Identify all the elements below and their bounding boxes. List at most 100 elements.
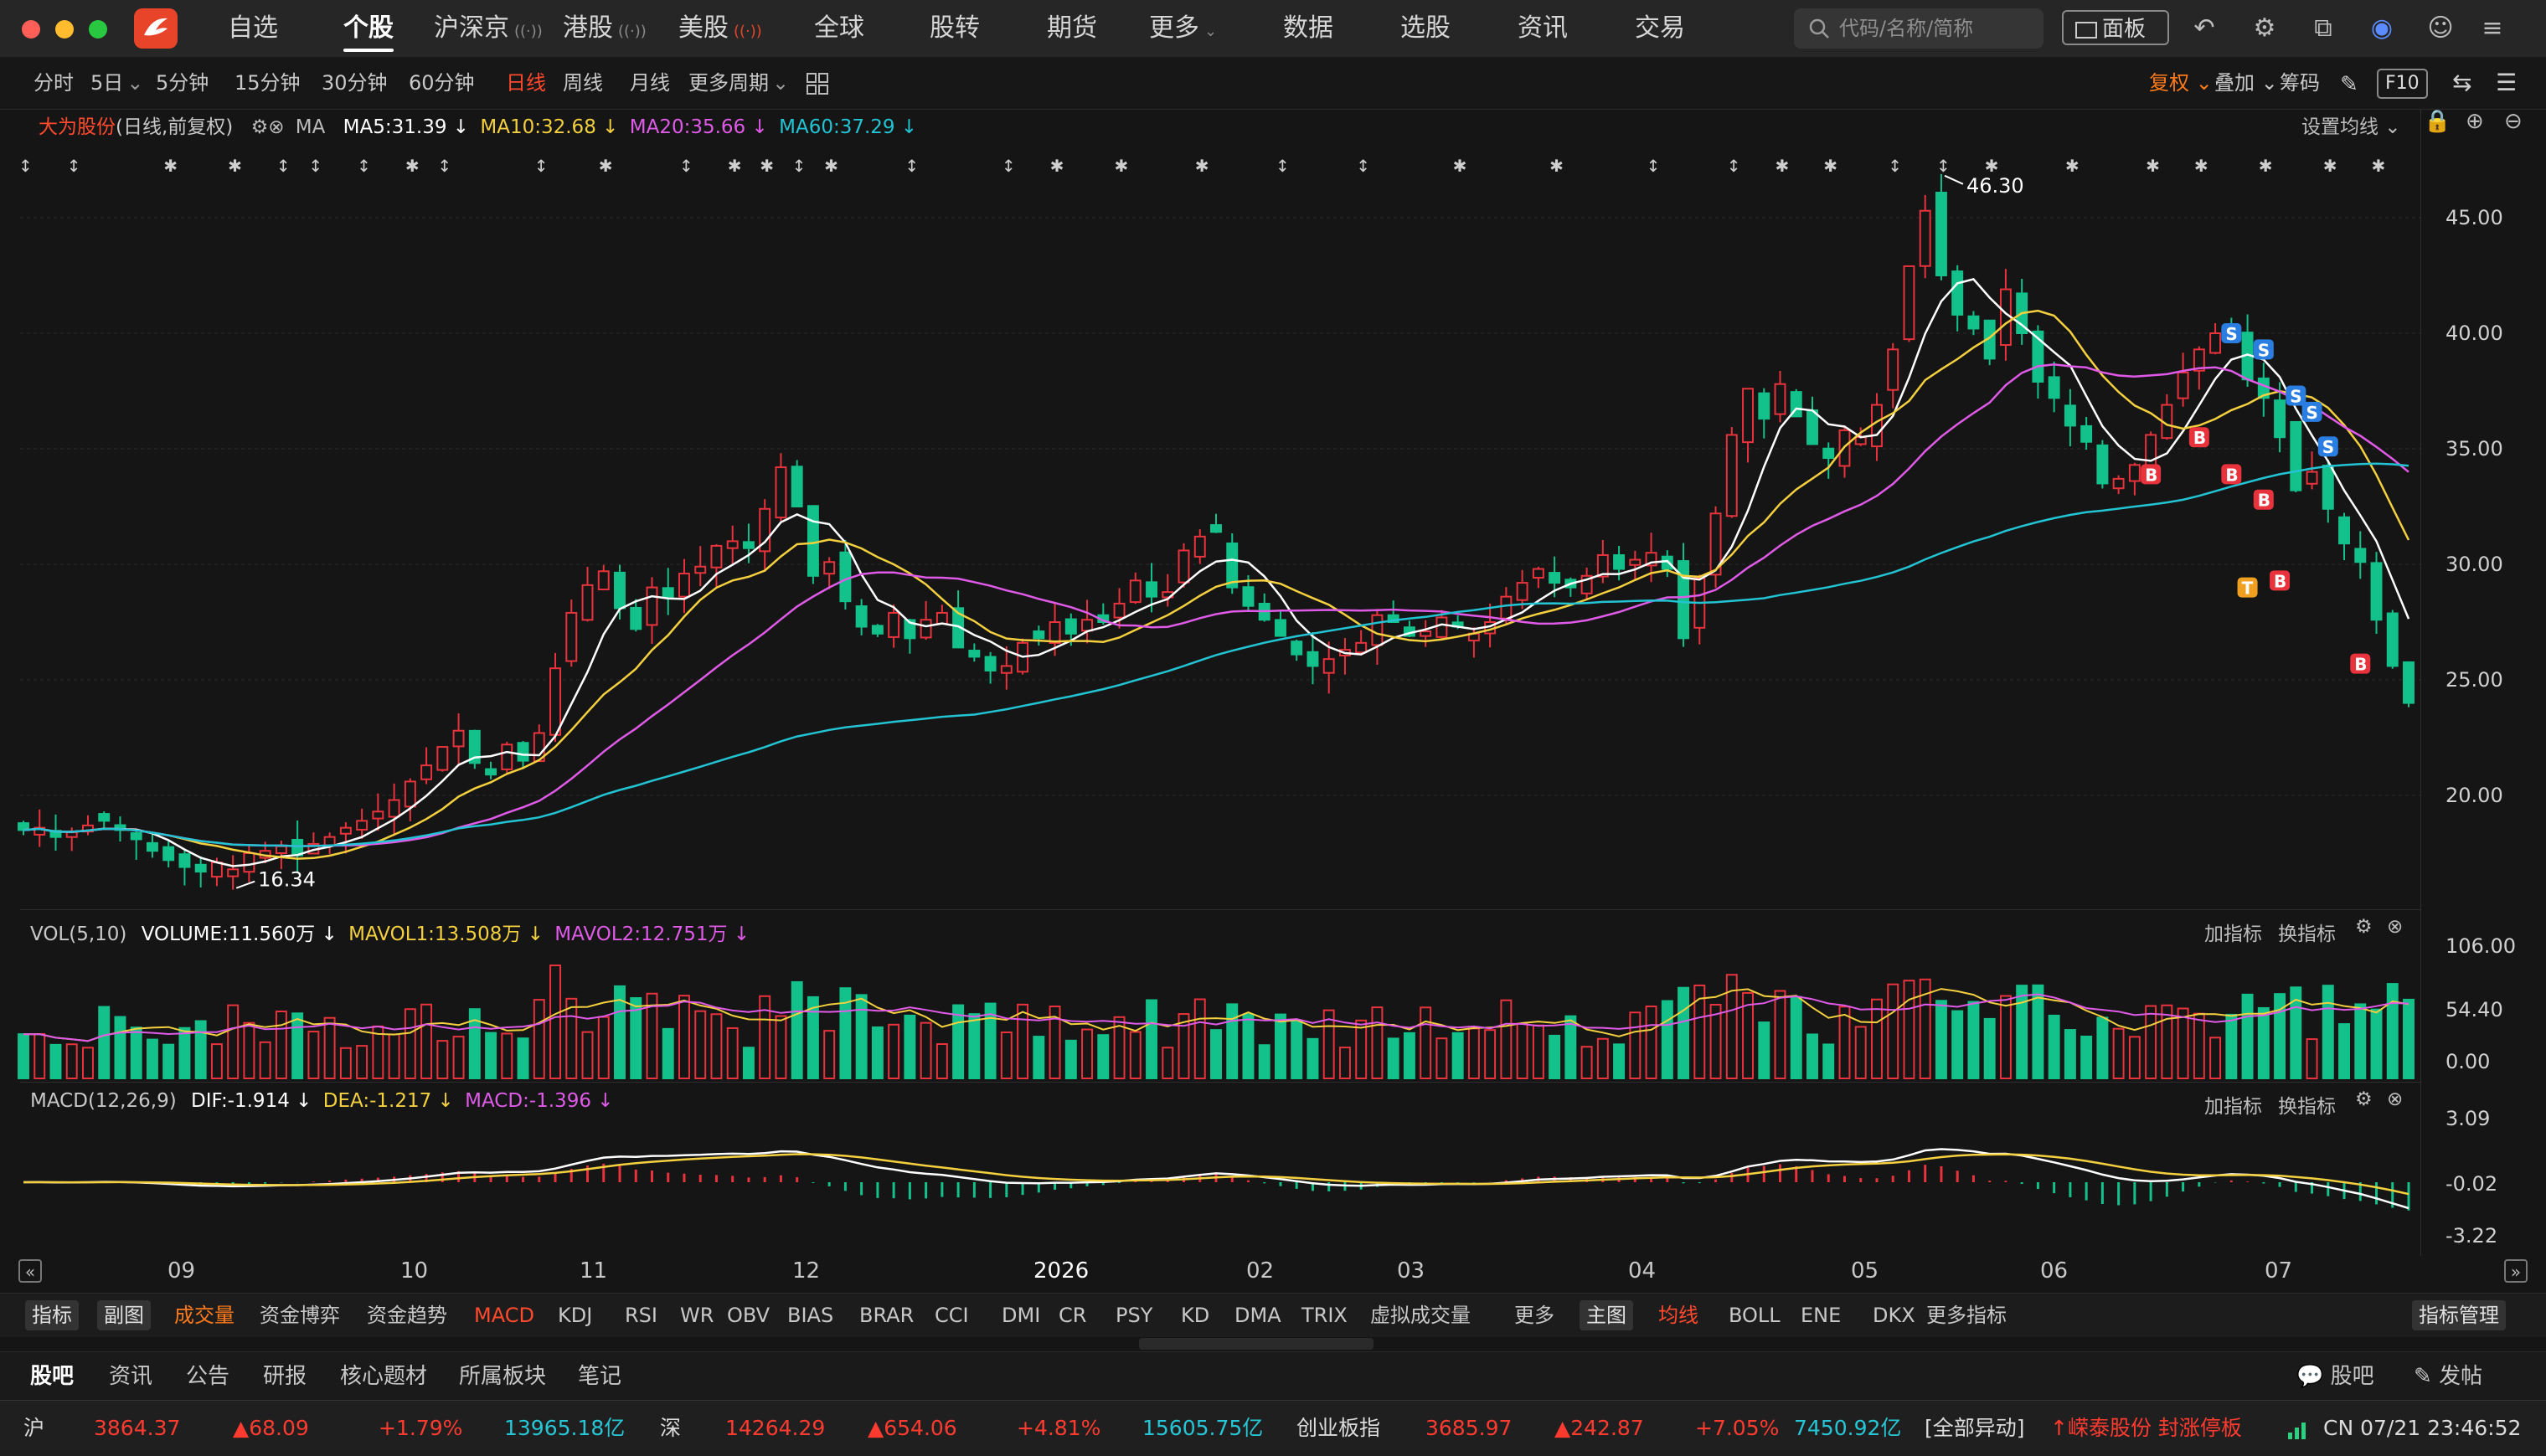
- indicator-4[interactable]: 资金趋势: [367, 1294, 447, 1337]
- event-marker: ↕: [534, 156, 549, 176]
- candle-body: [1887, 348, 1899, 391]
- volume-bar: [1629, 1011, 1642, 1079]
- volume-bar: [210, 1043, 223, 1080]
- event-marker: ✱: [599, 156, 613, 176]
- volume-bar: [323, 1016, 336, 1080]
- candle-body: [1549, 572, 1561, 584]
- volume-bar: [2241, 993, 2254, 1079]
- candle-body: [823, 561, 836, 575]
- bottom-tab-4[interactable]: 核心题材: [340, 1352, 427, 1401]
- indicator-10[interactable]: BIAS: [787, 1294, 833, 1337]
- indicator-7[interactable]: RSI: [625, 1294, 657, 1337]
- candle-body: [436, 746, 449, 771]
- indicator-23[interactable]: BOLL: [1729, 1294, 1781, 1337]
- volume-bar: [82, 1047, 94, 1079]
- event-marker: ↕: [308, 156, 322, 176]
- indicator-22[interactable]: 均线: [1658, 1294, 1698, 1337]
- scroll-left-button[interactable]: «: [18, 1259, 42, 1283]
- indicator-manage-button[interactable]: 指标管理: [2412, 1300, 2506, 1330]
- event-marker: ✱: [228, 156, 242, 176]
- candle-body: [2306, 471, 2318, 485]
- indicator-3[interactable]: 资金博弈: [260, 1294, 340, 1337]
- candle-body: [1291, 641, 1303, 656]
- volume-bar: [710, 1013, 723, 1079]
- candle-body: [871, 625, 884, 635]
- bottom-tab-0[interactable]: 股吧: [30, 1352, 74, 1401]
- bottom-tab-5[interactable]: 所属板块: [459, 1352, 546, 1401]
- scroll-handle[interactable]: [1139, 1338, 1374, 1350]
- volume-bar: [2080, 1035, 2093, 1080]
- guba-button[interactable]: 💬 股吧: [2296, 1352, 2374, 1401]
- indicator-13[interactable]: DMI: [1002, 1294, 1040, 1337]
- indicator-2[interactable]: 成交量: [174, 1294, 234, 1337]
- candle-body: [2403, 661, 2415, 704]
- event-marker: ✱: [1453, 156, 1467, 176]
- candle-body: [1210, 524, 1222, 533]
- indicator-9[interactable]: OBV: [727, 1294, 770, 1337]
- bottom-tab-2[interactable]: 公告: [186, 1352, 229, 1401]
- event-marker: ✱: [760, 156, 774, 176]
- x-axis-label: 10: [400, 1258, 429, 1284]
- volume-bar: [34, 1033, 46, 1079]
- indicator-20[interactable]: 更多: [1514, 1294, 1554, 1337]
- indicator-16[interactable]: KD: [1181, 1294, 1209, 1337]
- indicator-25[interactable]: DKX: [1873, 1294, 1915, 1337]
- indicator-11[interactable]: BRAR: [859, 1294, 914, 1337]
- event-marker: ✱: [1050, 156, 1064, 176]
- kline-chart[interactable]: 46.30 16.34 ↕ ↕ ✱ ✱ ↕ ↕ ↕ ✱ ↕ ↕ ✱ ↕ ✱ ✱ ↕ ✱ ↕ ↕ ✱ ✱ ✱ ↕ ↕ ✱ ✱ ↕ ↕ ✱ ✱ ↕…: [0, 0, 2546, 1455]
- indicator-15[interactable]: PSY: [1116, 1294, 1152, 1337]
- volume-bar: [517, 1037, 529, 1079]
- volume-bar: [1935, 1000, 1947, 1080]
- indicator-18[interactable]: TRIX: [1301, 1294, 1348, 1337]
- indicator-14[interactable]: CR: [1059, 1294, 1086, 1337]
- pen-icon: ✎: [2414, 1364, 2432, 1389]
- candle-body: [549, 667, 561, 736]
- candle-body: [65, 831, 78, 838]
- candle-body: [1725, 434, 1738, 517]
- event-marker: ↕: [1276, 156, 1290, 176]
- indicator-1[interactable]: 副图: [97, 1300, 151, 1330]
- bottom-tabs: 股吧 资讯 公告 研报 核心题材 所属板块 笔记 💬 股吧 ✎ 发帖: [0, 1351, 2546, 1401]
- bottom-tab-6[interactable]: 笔记: [578, 1352, 621, 1401]
- event-marker: ✱: [1985, 156, 1999, 176]
- indicator-6[interactable]: KDJ: [558, 1294, 592, 1337]
- alert-text[interactable]: ↑嵘泰股份 封涨停板: [2050, 1401, 2242, 1456]
- candle-body: [2128, 464, 2141, 482]
- x-axis-label: 04: [1628, 1258, 1657, 1284]
- indicator-12[interactable]: CCI: [935, 1294, 969, 1337]
- candle-body: [968, 650, 981, 658]
- indicator-26[interactable]: 更多指标: [1926, 1294, 2007, 1337]
- candle-body: [839, 551, 852, 603]
- event-marker: ↕: [1647, 156, 1661, 176]
- indicator-8[interactable]: WR: [680, 1294, 714, 1337]
- volume-bar: [259, 1041, 271, 1080]
- indicator-24[interactable]: ENE: [1801, 1294, 1841, 1337]
- volume-bar: [2403, 998, 2415, 1080]
- indicator-21[interactable]: 主图: [1580, 1300, 1633, 1330]
- indicator-19[interactable]: 虚拟成交量: [1370, 1294, 1471, 1337]
- candle-body: [1967, 315, 1980, 330]
- volume-bar: [1999, 995, 2012, 1080]
- volume-bar: [1903, 980, 1915, 1079]
- candle-body: [1629, 558, 1642, 566]
- event-marker: ↕: [792, 156, 807, 176]
- volume-bar: [1838, 1006, 1851, 1080]
- candle-body: [1435, 616, 1448, 638]
- candle-body: [1355, 641, 1368, 654]
- indicator-0[interactable]: 指标: [25, 1300, 79, 1330]
- x-axis-label: 03: [1397, 1258, 1425, 1284]
- volume-bar: [114, 1016, 126, 1080]
- candle-body: [1275, 619, 1286, 637]
- alert-all-link[interactable]: [全部异动]: [1925, 1401, 2025, 1456]
- bottom-tab-3[interactable]: 研报: [263, 1352, 307, 1401]
- indicator-5[interactable]: MACD: [474, 1294, 534, 1337]
- indicator-17[interactable]: DMA: [1234, 1294, 1281, 1337]
- post-button[interactable]: ✎ 发帖: [2414, 1352, 2482, 1401]
- candle-body: [935, 611, 948, 625]
- bottom-tab-1[interactable]: 资讯: [109, 1352, 152, 1401]
- x-axis-label: 12: [792, 1258, 821, 1284]
- candle-body: [98, 813, 111, 822]
- cy-pct: +7.05%: [1695, 1416, 1780, 1440]
- scroll-right-button[interactable]: »: [2504, 1259, 2528, 1283]
- candle-body: [275, 845, 287, 854]
